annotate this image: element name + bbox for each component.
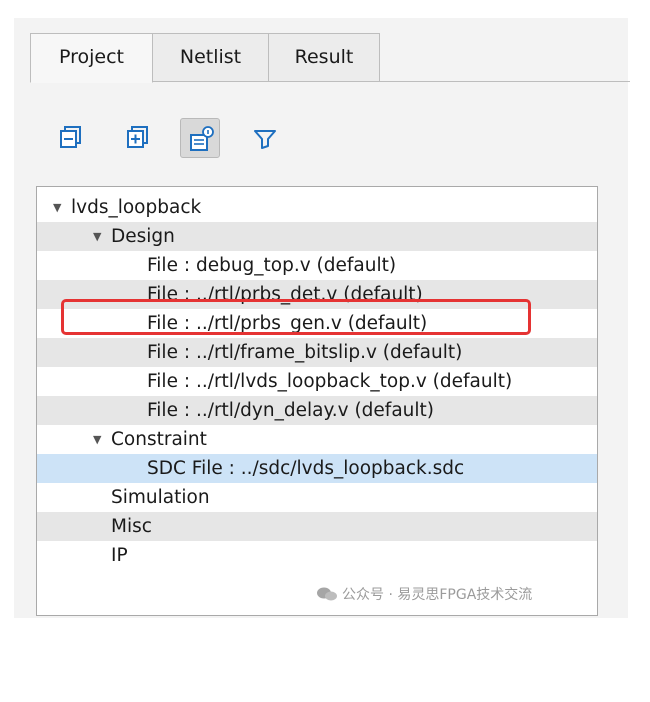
tree-file-item[interactable]: File : debug_top.v (default) <box>37 251 597 280</box>
filter-icon[interactable] <box>245 118 285 158</box>
tree-node-misc[interactable]: Misc <box>37 512 597 541</box>
show-properties-icon[interactable] <box>180 118 220 158</box>
wechat-icon <box>316 586 338 602</box>
tree-node-design[interactable]: ▼ Design <box>37 222 597 251</box>
tree-node-constraint[interactable]: ▼ Constraint <box>37 425 597 454</box>
tree-node-root[interactable]: ▼ lvds_loopback <box>37 193 597 222</box>
expand-arrow-icon[interactable]: ▼ <box>93 425 101 454</box>
expand-arrow-icon[interactable]: ▼ <box>53 193 61 222</box>
tree-node-label: lvds_loopback <box>71 197 202 218</box>
tab-result[interactable]: Result <box>268 33 380 82</box>
watermark: 公众号 · 易灵思FPGA技术交流 <box>316 584 532 604</box>
annotation-highlight-box <box>61 299 531 335</box>
tree-file-item[interactable]: File : ../rtl/lvds_loopback_top.v (defau… <box>37 367 597 396</box>
watermark-text: 公众号 · 易灵思FPGA技术交流 <box>342 587 533 603</box>
project-tree[interactable]: ▼ lvds_loopback ▼ Design File : debug_to… <box>36 186 598 616</box>
tree-node-label: Design <box>111 226 175 247</box>
tree-sdc-file-item[interactable]: SDC File : ../sdc/lvds_loopback.sdc <box>37 454 597 483</box>
tree-node-simulation[interactable]: Simulation <box>37 483 597 512</box>
tree-node-label: Constraint <box>111 429 207 450</box>
collapse-all-icon[interactable] <box>50 118 90 158</box>
tree-file-item[interactable]: File : ../rtl/dyn_delay.v (default) <box>37 396 597 425</box>
tree-file-item[interactable]: File : ../rtl/frame_bitslip.v (default) <box>37 338 597 367</box>
expand-arrow-icon[interactable]: ▼ <box>93 222 101 251</box>
tab-project[interactable]: Project <box>30 33 153 83</box>
tab-netlist[interactable]: Netlist <box>152 33 269 82</box>
expand-all-icon[interactable] <box>117 118 157 158</box>
tree-node-ip[interactable]: IP <box>37 541 597 570</box>
